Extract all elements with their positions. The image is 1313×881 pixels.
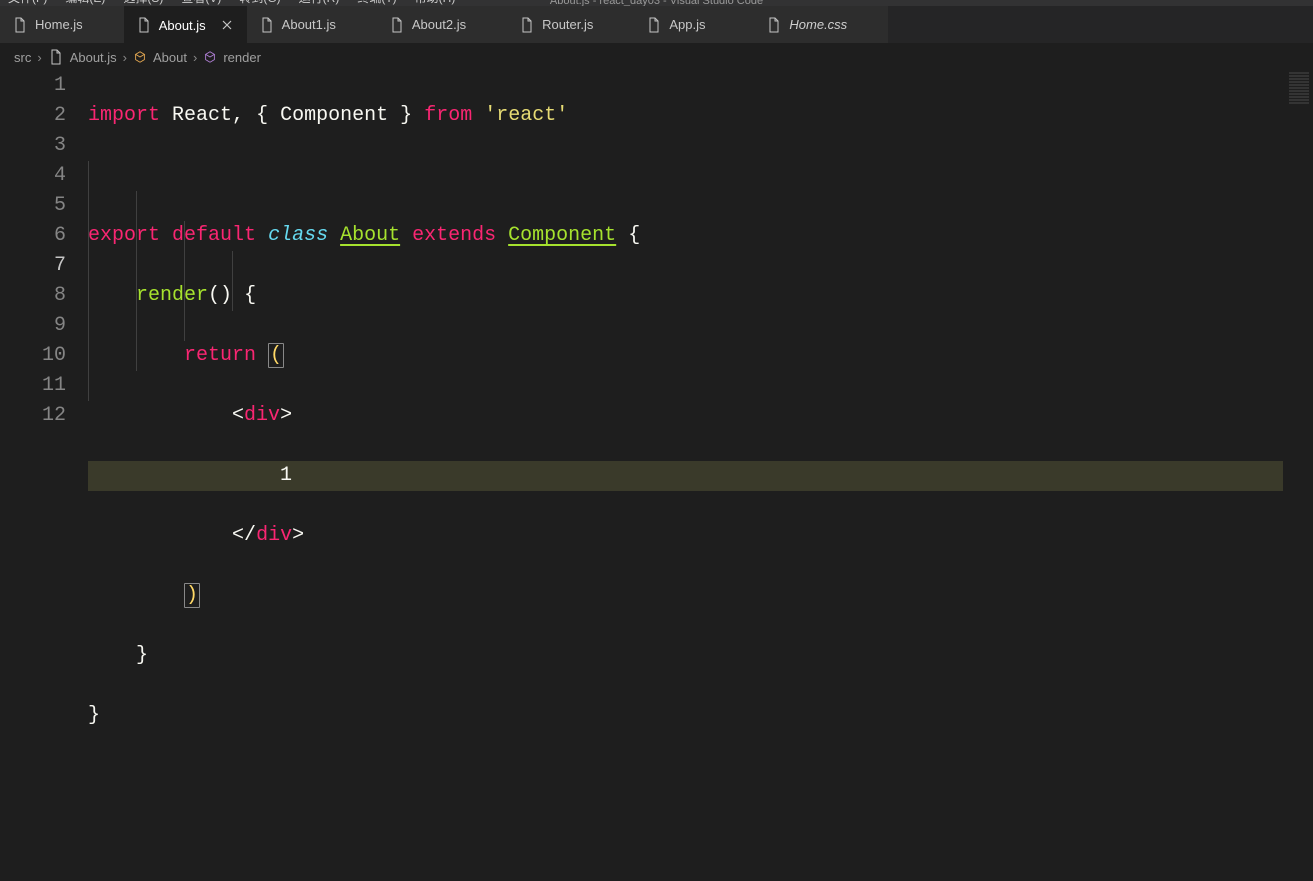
- tab-about1-js[interactable]: About1.js ✕: [247, 6, 377, 43]
- minimap[interactable]: [1283, 71, 1313, 581]
- tab-home-css[interactable]: Home.css ✕: [754, 6, 888, 43]
- tok-super: Component: [508, 224, 616, 247]
- tok-brace: }: [400, 104, 412, 127]
- line-number: 5: [0, 191, 66, 221]
- tabs-empty: [888, 6, 1313, 43]
- line-number: 8: [0, 281, 66, 311]
- tab-about-js[interactable]: About.js: [124, 6, 247, 43]
- code-line[interactable]: return (: [88, 341, 1313, 371]
- symbol-method-icon: [203, 50, 217, 64]
- tok-paren: (: [268, 343, 284, 368]
- code-line[interactable]: export default class About extends Compo…: [88, 221, 1313, 251]
- tok-slash: /: [244, 524, 256, 547]
- tok-classname: About: [340, 224, 400, 247]
- tab-home-js[interactable]: Home.js ✕: [0, 6, 124, 43]
- breadcrumb[interactable]: src › About.js › About › render: [0, 43, 1313, 71]
- line-gutter: 1 2 3 4 5 6 7 8 9 10 11 12: [0, 71, 88, 881]
- tok-brace: {: [256, 104, 268, 127]
- tok-tag: div: [256, 524, 292, 547]
- breadcrumb-symbol-class[interactable]: About: [153, 50, 187, 65]
- file-icon: [48, 49, 64, 65]
- file-icon: [519, 17, 535, 33]
- tok-tag: div: [244, 404, 280, 427]
- tok-comma: ,: [232, 104, 244, 127]
- tok-import: import: [88, 104, 160, 127]
- tab-app-js[interactable]: App.js ✕: [634, 6, 754, 43]
- code-line[interactable]: </div>: [88, 521, 1313, 551]
- tab-router-js[interactable]: Router.js ✕: [507, 6, 634, 43]
- chevron-right-icon: ›: [193, 50, 197, 65]
- tok-extends: extends: [412, 224, 496, 247]
- code-line[interactable]: }: [88, 701, 1313, 731]
- tok-gt: >: [292, 524, 304, 547]
- tok-brace: {: [628, 224, 640, 247]
- code-editor[interactable]: 1 2 3 4 5 6 7 8 9 10 11 12 import React,…: [0, 71, 1313, 881]
- tab-label: About.js: [159, 18, 206, 33]
- tok-method: render: [136, 284, 208, 307]
- chevron-right-icon: ›: [123, 50, 127, 65]
- tok-string: 'react': [484, 104, 568, 127]
- line-number: 11: [0, 371, 66, 401]
- file-icon: [259, 17, 275, 33]
- tok-return: return: [184, 344, 256, 367]
- tok-export: export: [88, 224, 160, 247]
- tok-brace: }: [136, 644, 148, 667]
- tok-text: 1: [280, 464, 292, 487]
- chevron-right-icon: ›: [37, 50, 41, 65]
- tok-brace: {: [244, 284, 256, 307]
- breadcrumb-folder[interactable]: src: [14, 50, 31, 65]
- line-number: 4: [0, 161, 66, 191]
- tok-class: class: [268, 224, 328, 247]
- file-icon: [389, 17, 405, 33]
- tok-parens: (): [208, 284, 232, 307]
- line-number: 3: [0, 131, 66, 161]
- file-icon: [766, 17, 782, 33]
- code-line[interactable]: [88, 161, 1313, 191]
- tok-gt: >: [280, 404, 292, 427]
- symbol-class-icon: [133, 50, 147, 64]
- file-icon: [12, 17, 28, 33]
- code-line[interactable]: <div>: [88, 401, 1313, 431]
- code-line[interactable]: render() {: [88, 281, 1313, 311]
- window-title: About.js - react_day03 - Visual Studio C…: [0, 0, 1313, 6]
- code-line-current[interactable]: 1: [88, 461, 1313, 491]
- tab-label: Router.js: [542, 17, 593, 32]
- tab-label: Home.css: [789, 17, 847, 32]
- line-number: 10: [0, 341, 66, 371]
- code-line[interactable]: import React, { Component } from 'react': [88, 101, 1313, 131]
- code-line[interactable]: }: [88, 641, 1313, 671]
- breadcrumb-symbol-method[interactable]: render: [223, 50, 261, 65]
- tab-about2-js[interactable]: About2.js ✕: [377, 6, 507, 43]
- tok-lt: <: [232, 404, 244, 427]
- code-content[interactable]: import React, { Component } from 'react'…: [88, 71, 1313, 881]
- line-number: 7: [0, 251, 66, 281]
- tab-label: About1.js: [282, 17, 336, 32]
- line-number: 12: [0, 401, 66, 431]
- line-number: 2: [0, 101, 66, 131]
- tok-default: default: [172, 224, 256, 247]
- tok-brace: }: [88, 704, 100, 727]
- code-line[interactable]: [88, 761, 1313, 791]
- file-icon: [136, 17, 152, 33]
- tok-from: from: [424, 104, 472, 127]
- tok-ident: Component: [280, 104, 388, 127]
- line-number: 9: [0, 311, 66, 341]
- editor-tabs: Home.js ✕ About.js About1.js ✕ About2.js…: [0, 6, 1313, 43]
- tab-label: About2.js: [412, 17, 466, 32]
- tab-label: App.js: [669, 17, 705, 32]
- file-icon: [646, 17, 662, 33]
- line-number: 6: [0, 221, 66, 251]
- tok-paren: ): [184, 583, 200, 608]
- breadcrumb-file[interactable]: About.js: [70, 50, 117, 65]
- tab-label: Home.js: [35, 17, 83, 32]
- tok-lt: <: [232, 524, 244, 547]
- line-number: 1: [0, 71, 66, 101]
- close-icon[interactable]: [219, 17, 235, 33]
- tok-ident: React: [172, 104, 232, 127]
